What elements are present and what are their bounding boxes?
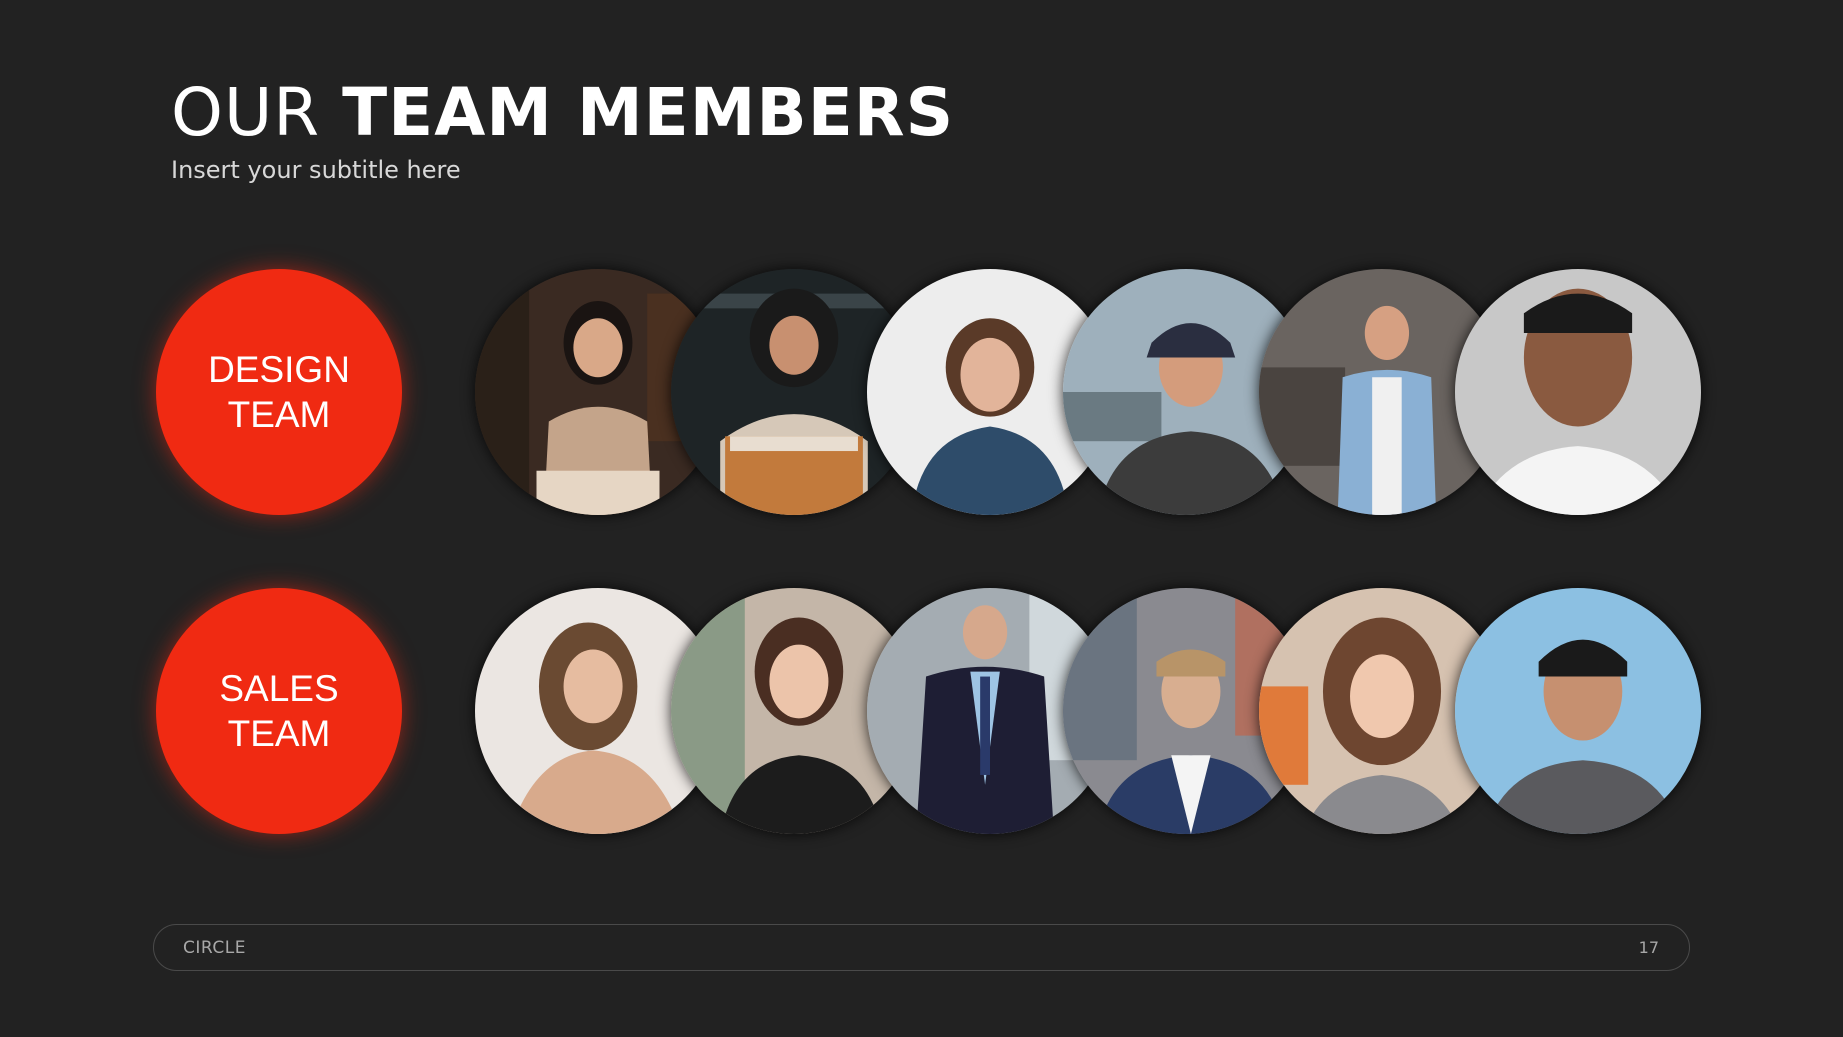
sales-team-badge: SALES TEAM [156,588,402,834]
slide-title-part2: TEAM MEMBERS [342,74,955,151]
design-team-label-line2: TEAM [227,394,331,435]
footer-bar: CIRCLE 17 [153,924,1690,971]
slide-title: OUR TEAM MEMBERS [171,72,954,154]
sales-team-members [475,588,1701,836]
design-team-label-line1: DESIGN [208,349,350,390]
member-photo-sales-6 [1455,588,1701,834]
design-team-members [475,269,1701,517]
member-photo-design-6 [1455,269,1701,515]
sales-team-label-line1: SALES [219,668,339,709]
sales-team-label-line2: TEAM [227,713,331,754]
page-number: 17 [1638,938,1659,957]
slide-title-part1: OUR [171,74,321,151]
design-team-badge: DESIGN TEAM [156,269,402,515]
slide-subtitle: Insert your subtitle here [171,156,461,184]
footer-brand: CIRCLE [183,938,246,958]
